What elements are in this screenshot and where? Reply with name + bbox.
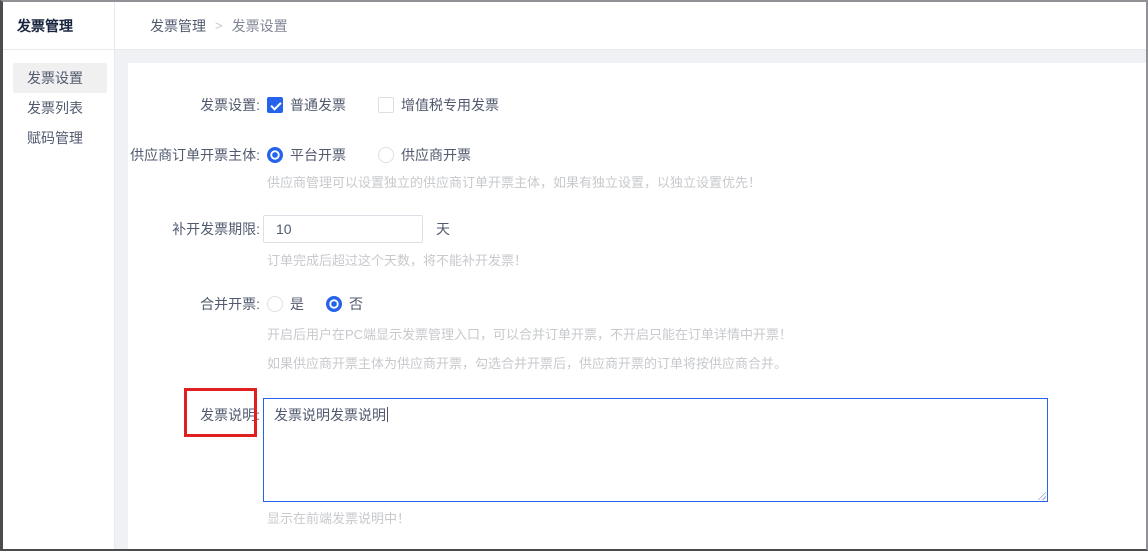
checkbox-icon[interactable] — [267, 97, 283, 113]
checkbox-label: 普通发票 — [290, 96, 346, 114]
invoice-type-row: 发票设置: 普通发票 增值税专用发票 — [128, 96, 1146, 114]
text-cursor — [387, 407, 388, 422]
radio-label: 否 — [349, 295, 363, 313]
supplier-subject-hint: 供应商管理可以设置独立的供应商订单开票主体，如果有独立设置，以独立设置优先！ — [267, 175, 1146, 191]
radio-label: 供应商开票 — [401, 146, 471, 164]
sidebar-title: 发票管理 — [3, 2, 114, 50]
content-background: 发票设置: 普通发票 增值税专用发票 供应商订单开票主体: — [115, 50, 1146, 549]
merge-invoicing-hint-1: 开启后用户在PC端显示发票管理入口，可以合并订单开票，不开启只能在订单详情中开票… — [267, 327, 1146, 343]
supplier-subject-label: 供应商订单开票主体: — [128, 146, 260, 164]
reissue-period-row: 补开发票期限: 天 — [128, 215, 1146, 243]
breadcrumb-separator-icon: > — [215, 18, 223, 33]
breadcrumb-item-invoice-settings: 发票设置 — [232, 16, 288, 36]
invoice-description-label: 发票说明: — [128, 398, 260, 424]
resize-handle-icon[interactable] — [1035, 489, 1046, 500]
radio-option-no[interactable]: 否 — [326, 295, 363, 313]
invoice-description-textarea[interactable]: 发票说明发票说明 — [263, 398, 1048, 502]
checkbox-option-vat-special-invoice[interactable]: 增值税专用发票 — [378, 96, 499, 114]
radio-option-supplier-invoicing[interactable]: 供应商开票 — [378, 146, 471, 164]
sidebar-item-invoice-settings[interactable]: 发票设置 — [13, 63, 107, 93]
radio-label: 平台开票 — [290, 146, 346, 164]
invoice-description-text: 发票说明发票说明 — [274, 407, 386, 423]
radio-icon[interactable] — [267, 147, 283, 163]
merge-invoicing-row: 合并开票: 是 否 — [128, 295, 1146, 313]
merge-invoicing-label: 合并开票: — [128, 295, 260, 313]
radio-label: 是 — [290, 295, 304, 313]
sidebar-item-invoice-list[interactable]: 发票列表 — [13, 93, 107, 123]
radio-option-yes[interactable]: 是 — [267, 295, 304, 313]
radio-icon[interactable] — [267, 296, 283, 312]
checkbox-icon[interactable] — [378, 97, 394, 113]
app-window: 发票管理 发票设置 发票列表 赋码管理 发票管理 > 发票设置 发票设置: — [0, 0, 1148, 551]
reissue-period-input[interactable] — [263, 215, 423, 243]
invoice-type-label: 发票设置: — [128, 96, 260, 114]
invoice-description-row: 发票说明: 发票说明发票说明 — [128, 398, 1146, 502]
sidebar-menu: 发票设置 发票列表 赋码管理 — [3, 63, 114, 153]
radio-icon[interactable] — [378, 147, 394, 163]
reissue-period-hint: 订单完成后超过这个天数，将不能补开发票！ — [267, 253, 1146, 269]
merge-invoicing-hint-2: 如果供应商开票主体为供应商开票，勾选合并开票后，供应商开票的订单将按供应商合并。 — [267, 356, 1146, 372]
breadcrumb: 发票管理 > 发票设置 — [115, 2, 1146, 50]
sidebar: 发票管理 发票设置 发票列表 赋码管理 — [3, 2, 115, 549]
radio-option-platform-invoicing[interactable]: 平台开票 — [267, 146, 346, 164]
checkbox-option-ordinary-invoice[interactable]: 普通发票 — [267, 96, 346, 114]
sidebar-item-code-management[interactable]: 赋码管理 — [13, 123, 107, 153]
invoice-description-hint: 显示在前端发票说明中！ — [267, 511, 1146, 527]
reissue-period-unit: 天 — [436, 219, 450, 239]
settings-card: 发票设置: 普通发票 增值税专用发票 供应商订单开票主体: — [128, 63, 1146, 549]
radio-icon[interactable] — [326, 296, 342, 312]
supplier-subject-row: 供应商订单开票主体: 平台开票 供应商开票 — [128, 146, 1146, 164]
checkbox-label: 增值税专用发票 — [401, 96, 499, 114]
main-area: 发票管理 > 发票设置 发票设置: 普通发票 增值税专用发票 — [115, 2, 1146, 549]
reissue-period-label: 补开发票期限: — [128, 215, 260, 243]
breadcrumb-item-invoice-management[interactable]: 发票管理 — [150, 16, 206, 36]
